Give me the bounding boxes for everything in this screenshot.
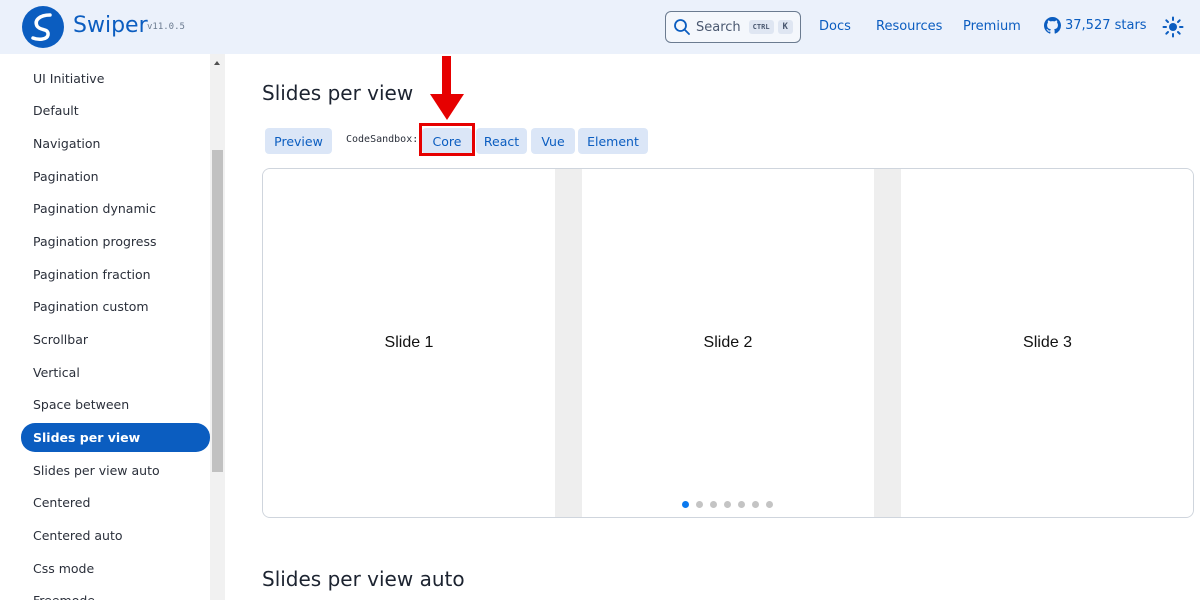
- github-icon: [1044, 17, 1061, 34]
- red-arrow-head-icon: [430, 94, 464, 120]
- sidebar-item-pagination[interactable]: Pagination: [21, 162, 210, 191]
- codesandbox-label: CodeSandbox:: [346, 134, 419, 145]
- pagination-bullet[interactable]: [738, 501, 745, 508]
- search-icon: [674, 19, 690, 35]
- sandbox-vue-button[interactable]: Vue: [531, 128, 575, 154]
- nav-premium[interactable]: Premium: [963, 19, 1021, 34]
- red-arrow-down-icon: [442, 56, 451, 96]
- sidebar: UI Initiative Default Navigation Paginat…: [0, 54, 225, 600]
- sidebar-item-pagination-custom[interactable]: Pagination custom: [21, 292, 210, 321]
- brand-name[interactable]: Swiper: [73, 13, 148, 38]
- sun-icon[interactable]: [1162, 16, 1184, 38]
- top-header: Swiper v11.0.5 Search CTRL K Docs Resour…: [0, 0, 1200, 54]
- version-label: v11.0.5: [147, 22, 185, 32]
- sidebar-item-pagination-progress[interactable]: Pagination progress: [21, 227, 210, 256]
- slide-2[interactable]: Slide 2: [582, 169, 874, 517]
- nav-docs[interactable]: Docs: [819, 19, 851, 34]
- sidebar-item-slides-per-view[interactable]: Slides per view: [21, 423, 210, 452]
- search-button[interactable]: Search CTRL K: [665, 11, 801, 43]
- swiper-demo[interactable]: Slide 1 Slide 2 Slide 3: [262, 168, 1194, 518]
- sidebar-item-space-between[interactable]: Space between: [21, 390, 210, 419]
- pagination-bullet[interactable]: [682, 501, 689, 508]
- stars-count: 37,527 stars: [1065, 18, 1147, 33]
- section-title-slides-per-view-auto: Slides per view auto: [262, 567, 465, 591]
- sidebar-item-ui-initiative[interactable]: UI Initiative: [21, 64, 210, 93]
- section-title-slides-per-view: Slides per view: [262, 81, 414, 105]
- pagination-bullet[interactable]: [710, 501, 717, 508]
- sidebar-item-centered-auto[interactable]: Centered auto: [21, 521, 210, 550]
- sidebar-item-css-mode[interactable]: Css mode: [21, 554, 210, 583]
- slide-3[interactable]: Slide 3: [901, 169, 1193, 517]
- core-highlight-box: [419, 123, 475, 156]
- swiper-logo-icon[interactable]: [22, 6, 64, 48]
- nav-resources[interactable]: Resources: [876, 19, 942, 34]
- pagination-bullet[interactable]: [724, 501, 731, 508]
- sidebar-item-pagination-dynamic[interactable]: Pagination dynamic: [21, 194, 210, 223]
- sandbox-react-button[interactable]: React: [476, 128, 527, 154]
- sidebar-item-slides-per-view-auto[interactable]: Slides per view auto: [21, 456, 210, 485]
- sidebar-scrollbar-thumb[interactable]: [212, 150, 223, 472]
- pagination-bullet[interactable]: [766, 501, 773, 508]
- scroll-up-arrow-icon[interactable]: [214, 61, 220, 65]
- sandbox-element-button[interactable]: Element: [578, 128, 648, 154]
- slide-1[interactable]: Slide 1: [263, 169, 555, 517]
- pagination-bullet[interactable]: [752, 501, 759, 508]
- sidebar-item-centered[interactable]: Centered: [21, 488, 210, 517]
- github-stars-link[interactable]: 37,527 stars: [1044, 17, 1147, 34]
- preview-button[interactable]: Preview: [265, 128, 332, 154]
- sidebar-item-scrollbar[interactable]: Scrollbar: [21, 325, 210, 354]
- sidebar-item-default[interactable]: Default: [21, 96, 210, 125]
- sidebar-item-vertical[interactable]: Vertical: [21, 358, 210, 387]
- pagination-bullet[interactable]: [696, 501, 703, 508]
- kbd-k: K: [777, 20, 793, 34]
- search-label: Search: [696, 19, 741, 35]
- kbd-ctrl: CTRL: [748, 20, 774, 34]
- sidebar-item-freemode[interactable]: Freemode: [21, 586, 210, 600]
- sidebar-item-navigation[interactable]: Navigation: [21, 129, 210, 158]
- sidebar-item-pagination-fraction[interactable]: Pagination fraction: [21, 260, 210, 289]
- pagination-bullets: [682, 501, 780, 508]
